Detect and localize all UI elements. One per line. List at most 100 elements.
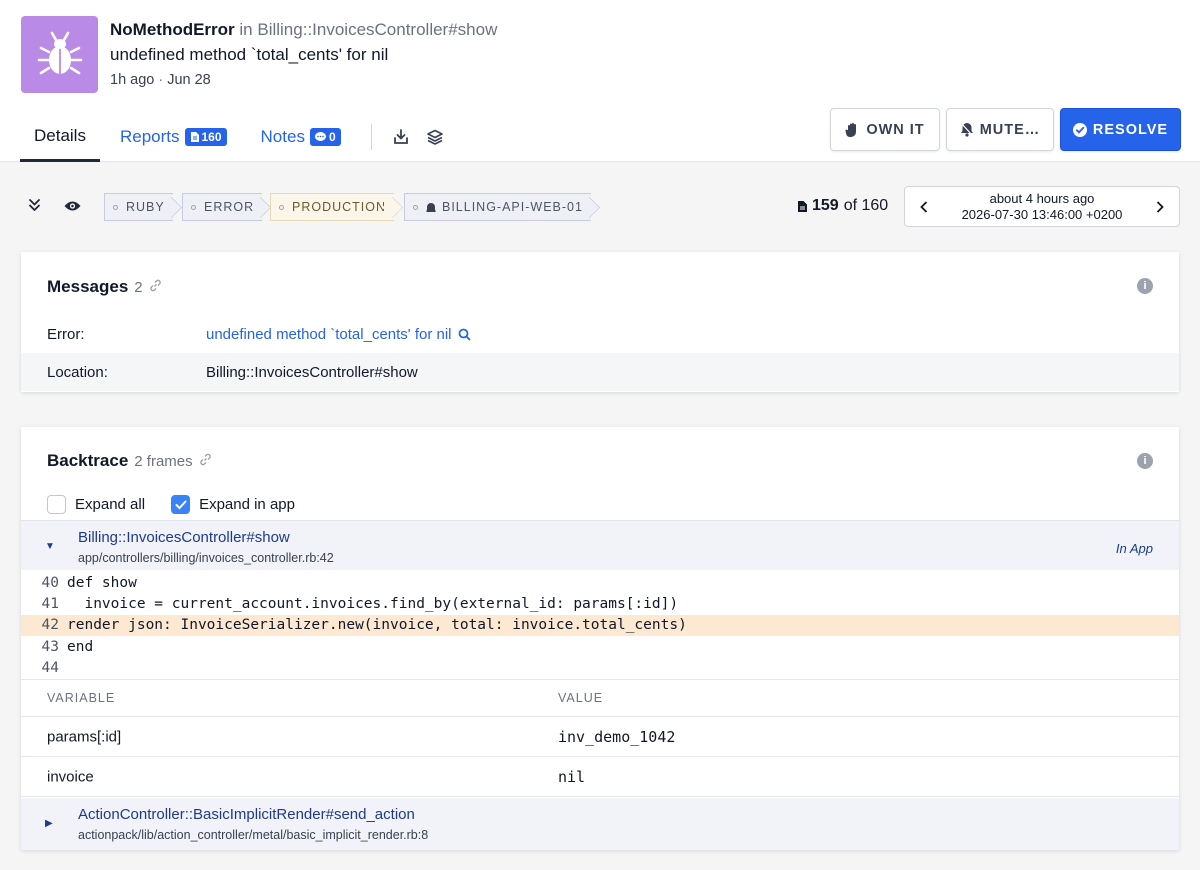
tab-divider bbox=[370, 124, 372, 150]
message-error-link[interactable]: undefined method `total_cents' for nil bbox=[206, 326, 471, 343]
tag-severity-label: ERROR bbox=[204, 200, 255, 214]
collapse-all-icon[interactable] bbox=[28, 198, 41, 216]
backtrace-title-text: Backtrace bbox=[47, 451, 129, 470]
tag-language[interactable]: RUBY bbox=[104, 193, 173, 221]
notice-current: 159 bbox=[812, 197, 839, 214]
notice-relative-time: about 4 hours ago bbox=[989, 190, 1095, 206]
chevron-right-icon bbox=[1156, 200, 1164, 213]
tag-environment[interactable]: PRODUCTION bbox=[270, 193, 395, 221]
line-number: 43 bbox=[41, 638, 59, 655]
bell-off-icon bbox=[960, 122, 974, 137]
expand-all-checkbox[interactable]: Expand all bbox=[47, 495, 145, 514]
backtrace-frame-header[interactable]: ▼ Billing::InvoicesController#show app/c… bbox=[21, 520, 1179, 570]
tag-dot-icon bbox=[113, 204, 118, 210]
mute-label: MUTE… bbox=[979, 121, 1041, 138]
notice-navigator: about 4 hours ago 2026-07-30 13:46:00 +0… bbox=[904, 186, 1180, 227]
checkbox-unchecked[interactable] bbox=[47, 495, 66, 514]
variables-header: VARIABLE VALUE bbox=[21, 679, 1179, 717]
info-icon[interactable]: i bbox=[1137, 453, 1153, 469]
layers-icon[interactable] bbox=[418, 112, 452, 162]
variable-row: params[:id] inv_demo_1042 bbox=[21, 717, 1179, 757]
frame-method[interactable]: ActionController::BasicImplicitRender#se… bbox=[78, 806, 415, 823]
tab-notes[interactable]: Notes 0 bbox=[247, 112, 355, 162]
code-text: def show bbox=[67, 574, 137, 591]
code-snippet: 40 def show 41 invoice = current_account.… bbox=[21, 572, 1179, 678]
reports-count: 160 bbox=[201, 130, 222, 144]
time-ago: 1h ago bbox=[110, 72, 155, 88]
code-line-highlighted: 42 render json: InvoiceSerializer.new(inv… bbox=[21, 614, 1179, 636]
link-icon[interactable] bbox=[199, 451, 212, 471]
tag-environment-label: PRODUCTION bbox=[292, 200, 387, 214]
code-line: 43 end bbox=[21, 636, 1179, 657]
in-app-badge: In App bbox=[1115, 541, 1153, 556]
resolve-button[interactable]: RESOLVE bbox=[1060, 108, 1181, 151]
variable-value: inv_demo_1042 bbox=[558, 727, 676, 746]
hand-icon bbox=[845, 122, 857, 137]
messages-title: Messages 2 bbox=[47, 277, 162, 297]
info-icon[interactable]: i bbox=[1137, 278, 1153, 294]
link-icon[interactable] bbox=[149, 277, 162, 297]
line-number: 44 bbox=[41, 659, 59, 676]
frame-method[interactable]: Billing::InvoicesController#show bbox=[78, 529, 290, 546]
message-error-label: Error: bbox=[47, 325, 85, 343]
message-location-value: Billing::InvoicesController#show bbox=[206, 363, 418, 381]
download-icon[interactable] bbox=[384, 112, 418, 162]
code-line: 41 invoice = current_account.invoices.fi… bbox=[21, 593, 1179, 614]
previous-notice-button[interactable] bbox=[905, 187, 943, 226]
checkmark-icon bbox=[175, 500, 187, 509]
notice-counter: 159 of 160 bbox=[797, 197, 888, 215]
notice-total: of 160 bbox=[843, 197, 889, 214]
tab-details-label: Details bbox=[34, 125, 86, 145]
line-number: 40 bbox=[41, 574, 59, 591]
error-class: NoMethodError bbox=[110, 20, 235, 39]
tag-dot-icon bbox=[191, 204, 196, 210]
value-column-header: VALUE bbox=[558, 691, 604, 705]
search-icon bbox=[458, 328, 471, 341]
tag-severity[interactable]: ERROR bbox=[182, 193, 263, 221]
message-row-location: Location: Billing::InvoicesController#sh… bbox=[21, 353, 1179, 391]
resolve-label: RESOLVE bbox=[1092, 121, 1169, 138]
own-it-button[interactable]: OWN IT bbox=[830, 108, 940, 151]
next-notice-button[interactable] bbox=[1141, 187, 1179, 226]
messages-count: 2 bbox=[134, 279, 143, 296]
variable-name: invoice bbox=[47, 768, 94, 785]
backtrace-frame-header[interactable]: ▶ ActionController::BasicImplicitRender#… bbox=[21, 798, 1179, 850]
message-error-value: undefined method `total_cents' for nil bbox=[206, 325, 452, 343]
code-text: invoice = current_account.invoices.find_… bbox=[67, 595, 679, 612]
expand-all-label: Expand all bbox=[75, 496, 146, 513]
variable-column-header: VARIABLE bbox=[47, 691, 116, 705]
eye-icon[interactable] bbox=[64, 199, 81, 216]
own-it-label: OWN IT bbox=[866, 121, 925, 138]
line-number: 42 bbox=[41, 617, 59, 634]
code-text: end bbox=[67, 638, 94, 655]
server-icon bbox=[426, 203, 436, 212]
mute-button[interactable]: MUTE… bbox=[946, 108, 1054, 151]
caret-down-icon[interactable]: ▼ bbox=[45, 541, 55, 552]
notice-timestamp: 2026-07-30 13:46:00 +0200 bbox=[961, 206, 1123, 222]
document-icon bbox=[798, 200, 807, 212]
tab-details[interactable]: Details bbox=[20, 112, 100, 162]
check-circle-icon bbox=[1072, 122, 1087, 137]
backtrace-card: Backtrace 2 frames i Expand all Expand i… bbox=[21, 427, 1179, 850]
tag-host[interactable]: BILLING-API-WEB-01 bbox=[404, 193, 591, 221]
variable-name: params[:id] bbox=[47, 728, 122, 745]
frame-file: actionpack/lib/action_controller/metal/b… bbox=[78, 828, 429, 842]
checkbox-checked[interactable] bbox=[171, 495, 191, 514]
notes-count: 0 bbox=[328, 130, 336, 144]
error-message: undefined method `total_cents' for nil bbox=[110, 45, 389, 64]
tab-notes-label: Notes bbox=[260, 127, 305, 146]
tab-reports[interactable]: Reports 160 bbox=[106, 112, 241, 162]
variable-row: invoice nil bbox=[21, 757, 1179, 797]
tag-dot-icon bbox=[279, 204, 284, 210]
variable-value: nil bbox=[558, 767, 586, 786]
notice-time: about 4 hours ago 2026-07-30 13:46:00 +0… bbox=[943, 191, 1141, 223]
code-line: 44 bbox=[21, 657, 1179, 678]
expand-options: Expand all Expand in app bbox=[47, 495, 295, 514]
notes-count-badge: 0 bbox=[309, 128, 341, 146]
tag-host-label: BILLING-API-WEB-01 bbox=[442, 200, 583, 214]
reports-count-badge: 160 bbox=[184, 128, 227, 146]
chevron-left-icon bbox=[920, 200, 928, 213]
message-row-error: Error: undefined method `total_cents' fo… bbox=[21, 315, 1179, 353]
caret-right-icon[interactable]: ▶ bbox=[45, 818, 53, 829]
expand-in-app-checkbox[interactable]: Expand in app bbox=[171, 495, 295, 514]
